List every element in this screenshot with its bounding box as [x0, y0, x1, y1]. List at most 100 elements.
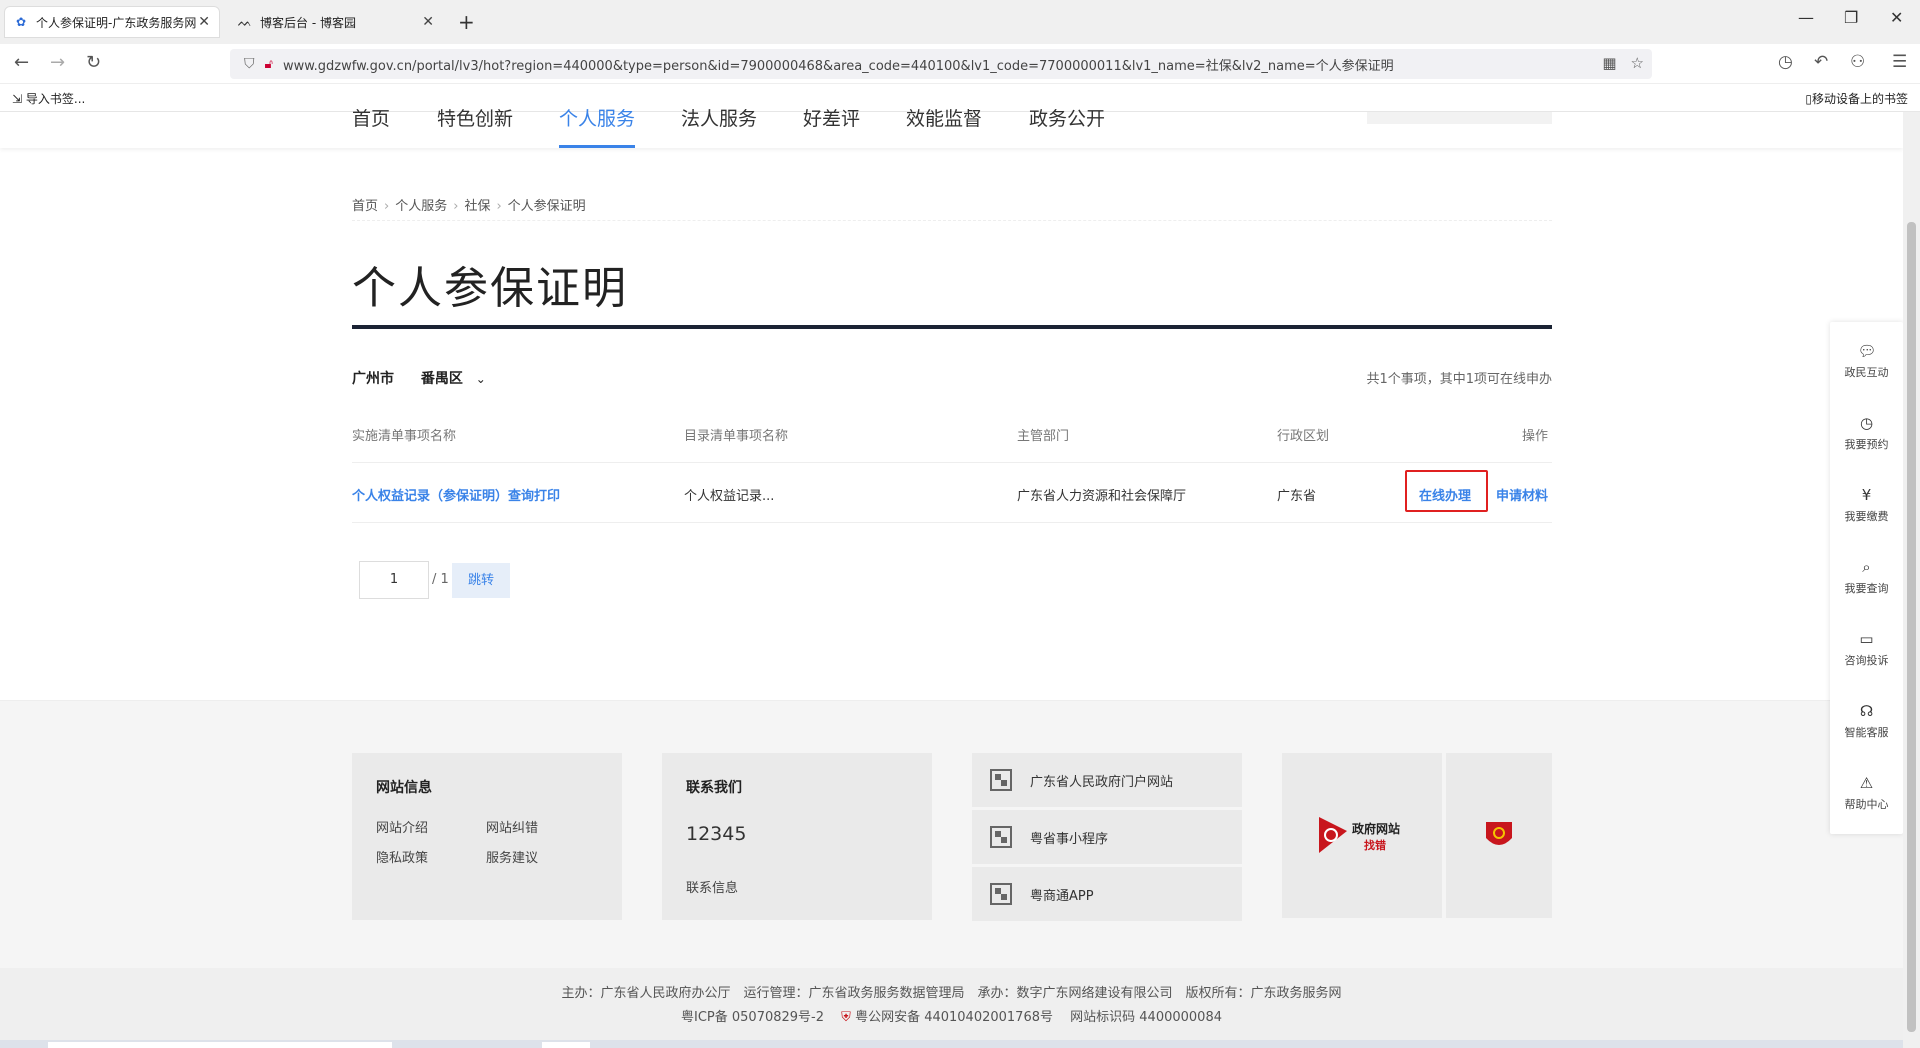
- float-item-appointment[interactable]: ◷ 我要预约: [1830, 402, 1903, 462]
- item-dept: 广东省人力资源和社会保障厅: [1017, 489, 1187, 504]
- help-icon: ⚠︎: [1859, 774, 1874, 792]
- headset-icon: ☊: [1859, 702, 1874, 720]
- site-search-input[interactable]: [1367, 112, 1552, 124]
- clock-icon: ◷: [1859, 414, 1874, 432]
- col-header-name: 实施清单事项名称: [352, 429, 457, 444]
- undo-icon[interactable]: ↶: [1814, 52, 1828, 72]
- history-icon[interactable]: ◷: [1778, 52, 1793, 72]
- float-item-service[interactable]: ☊ 智能客服: [1830, 690, 1903, 750]
- item-catalog: 个人权益记录...: [684, 489, 775, 504]
- nav-item-corporate[interactable]: 法人服务: [681, 110, 757, 148]
- close-icon[interactable]: ✕: [422, 14, 434, 30]
- site-code: 网站标识码 4400000084: [1070, 1010, 1222, 1025]
- tab-title: 博客后台 - 博客园: [260, 15, 356, 30]
- qr-link-gov-portal[interactable]: 广东省人民政府门户网站: [972, 753, 1242, 807]
- reload-icon[interactable]: ↻: [86, 52, 101, 73]
- payment-icon: ¥: [1861, 486, 1872, 504]
- contact-title: 联系我们: [686, 780, 742, 796]
- monitor-icon: ▭: [1859, 630, 1874, 648]
- contact-phone: 12345: [686, 823, 747, 845]
- site-info-box: 网站信息 网站介绍 网站纠错 隐私政策 服务建议: [352, 753, 622, 920]
- link-privacy[interactable]: 隐私政策: [376, 847, 428, 866]
- nav-item-affairs[interactable]: 政务公开: [1029, 110, 1105, 148]
- nav-item-rating[interactable]: 好差评: [803, 110, 860, 148]
- site-info-title: 网站信息: [376, 780, 432, 796]
- breadcrumb-current: 个人参保证明: [507, 199, 586, 214]
- breadcrumb: 首页 › 个人服务 › 社保 › 个人参保证明: [352, 199, 586, 214]
- float-item-payment[interactable]: ¥ 我要缴费: [1830, 474, 1903, 534]
- icp-link[interactable]: 粤ICP备 05070829号-2: [681, 1010, 824, 1025]
- back-icon[interactable]: ←: [14, 52, 29, 73]
- nav-item-home[interactable]: 首页: [352, 110, 390, 148]
- region-city[interactable]: 广州市: [352, 371, 394, 387]
- scrollbar-thumb[interactable]: [1907, 222, 1916, 1032]
- table-header-divider: [352, 462, 1552, 463]
- emblem-icon: [1486, 822, 1512, 845]
- contact-box: 联系我们 12345 联系信息: [662, 753, 932, 920]
- table-row: 个人权益记录（参保证明）查询打印 个人权益记录... 广东省人力资源和社会保障厅…: [352, 485, 1552, 505]
- extension-icon[interactable]: ⚇: [1850, 52, 1865, 72]
- nav-item-innovation[interactable]: 特色创新: [437, 110, 513, 148]
- region-selector: 广州市 番禺区 ⌄: [352, 368, 486, 388]
- page-number-input[interactable]: 1: [359, 561, 429, 599]
- search-icon: ⌕: [1862, 558, 1871, 576]
- float-item-help[interactable]: ⚠︎ 帮助中心: [1830, 762, 1903, 822]
- import-bookmarks[interactable]: ⇲ 导入书签...: [12, 90, 85, 107]
- item-name-link[interactable]: 个人权益记录（参保证明）查询打印: [352, 485, 560, 504]
- materials-link[interactable]: 申请材料: [1496, 485, 1548, 504]
- breadcrumb-divider: [352, 220, 1552, 221]
- url-text: www.gdzwfw.gov.cn/portal/lv3/hot?region=…: [282, 58, 1394, 74]
- title-underline: [352, 325, 1552, 329]
- browser-navbar: ← → ↻ ⛉ 🔓︎ www.gdzwfw.gov.cn/portal/lv3/…: [0, 44, 1920, 84]
- gov-site-errata-logo[interactable]: 政府网站 找错: [1282, 753, 1442, 918]
- close-icon[interactable]: ✕: [198, 14, 210, 30]
- copyright-line: 主办：广东省人民政府办公厅 运行管理：广东省政务服务数据管理局 承办：数字广东网…: [561, 986, 1342, 1001]
- contact-info-link[interactable]: 联系信息: [686, 877, 738, 896]
- qr-link-miniapp[interactable]: 粤省事小程序: [972, 810, 1242, 864]
- col-header-catalog: 目录清单事项名称: [684, 429, 789, 444]
- page-scrollbar[interactable]: [1903, 112, 1920, 1048]
- forward-icon[interactable]: →: [50, 52, 65, 73]
- highlight-box: [1405, 470, 1488, 512]
- close-window-icon[interactable]: ✕: [1890, 8, 1903, 27]
- breadcrumb-social[interactable]: 社保: [464, 199, 490, 214]
- logo-text-line2: 找错: [1364, 839, 1386, 852]
- qr-link-app[interactable]: 粤商通APP: [972, 867, 1242, 921]
- breadcrumb-home[interactable]: 首页: [352, 199, 378, 214]
- restore-icon[interactable]: ❐: [1844, 8, 1858, 27]
- qr-code-icon: [990, 769, 1012, 791]
- nav-item-supervision[interactable]: 效能监督: [906, 110, 982, 148]
- page-title: 个人参保证明: [352, 263, 628, 314]
- tab-title: 个人参保证明-广东政务服务网: [36, 15, 197, 30]
- browser-tabbar: ✿ 个人参保证明-广东政务服务网 ✕ ᨓ 博客后台 - 博客园 ✕ + — ❐ …: [0, 0, 1920, 44]
- star-icon[interactable]: ☆: [1631, 54, 1644, 72]
- breadcrumb-personal[interactable]: 个人服务: [395, 199, 447, 214]
- browser-tab[interactable]: ᨓ 博客后台 - 博客园 ✕: [228, 6, 444, 38]
- float-item-complaint[interactable]: ▭ 咨询投诉: [1830, 618, 1903, 678]
- minimize-icon[interactable]: —: [1798, 8, 1814, 27]
- record-line: 粤ICP备 05070829号-2 ⛨ 粤公网安备 44010402001768…: [0, 1006, 1903, 1025]
- region-district[interactable]: 番禺区: [421, 371, 463, 387]
- new-tab-button[interactable]: +: [458, 10, 475, 34]
- police-record-link[interactable]: 粤公网安备 44010402001768号: [855, 1010, 1053, 1025]
- chat-bubble-icon: 💬︎: [1857, 342, 1877, 360]
- insecure-lock-icon: 🔓︎: [264, 56, 273, 72]
- police-badge-icon: ⛨: [841, 1010, 851, 1025]
- address-bar[interactable]: ⛉ 🔓︎ www.gdzwfw.gov.cn/portal/lv3/hot?re…: [230, 49, 1652, 79]
- mobile-bookmarks[interactable]: ▯移动设备上的书签: [1805, 90, 1908, 107]
- chevron-down-icon[interactable]: ⌄: [476, 372, 486, 386]
- browser-tab-active[interactable]: ✿ 个人参保证明-广东政务服务网 ✕: [4, 6, 220, 38]
- nav-item-personal[interactable]: 个人服务: [559, 110, 636, 148]
- link-site-intro[interactable]: 网站介绍: [376, 817, 428, 836]
- menu-icon[interactable]: ☰: [1892, 52, 1907, 72]
- party-gov-logo[interactable]: [1446, 753, 1552, 918]
- link-site-correction[interactable]: 网站纠错: [486, 817, 538, 836]
- col-header-op: 操作: [1522, 429, 1549, 444]
- float-toolbar: 💬︎ 政民互动 ◷ 我要预约 ¥ 我要缴费 ⌕ 我要查询 ▭ 咨询投诉 ☊ 智能…: [1830, 322, 1903, 834]
- qr-code-icon[interactable]: ▦: [1602, 54, 1616, 72]
- result-summary: 共1个事项，其中1项可在线申办: [1366, 372, 1552, 387]
- float-item-query[interactable]: ⌕ 我要查询: [1830, 546, 1903, 606]
- link-suggestion[interactable]: 服务建议: [486, 847, 538, 866]
- jump-button[interactable]: 跳转: [452, 563, 510, 598]
- float-item-interaction[interactable]: 💬︎ 政民互动: [1830, 330, 1903, 390]
